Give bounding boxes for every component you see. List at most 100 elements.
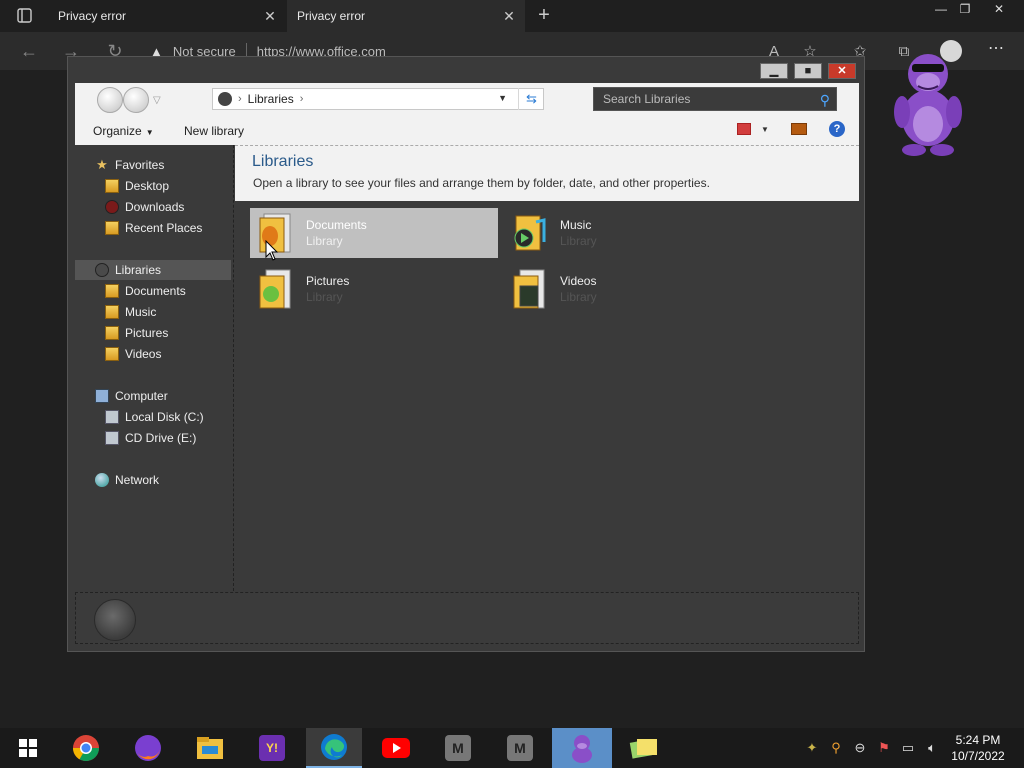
taskbar-youtube[interactable] [368,728,424,768]
nav-label: CD Drive (E:) [125,431,197,445]
tray-flag-icon[interactable]: ⚑ [876,740,892,756]
nav-computer[interactable]: Computer [95,386,168,406]
videos-library-icon [513,269,545,309]
breadcrumb[interactable]: › Libraries › ▼ [212,88,544,110]
nav-label: Local Disk (C:) [125,410,204,424]
search-icon[interactable]: ⚲ [820,92,830,109]
firefox-icon [135,735,161,761]
library-tile-music[interactable]: Music Library [504,208,752,258]
new-tab-icon[interactable]: + [532,4,556,28]
tab-title: Privacy error [58,9,127,23]
nav-desktop[interactable]: Desktop [105,176,169,196]
refresh-icon[interactable]: ⇆ [518,88,544,110]
back-icon[interactable]: ← [18,41,40,61]
taskbar-clock[interactable]: 5:24 PM 10/7/2022 [948,732,1008,764]
more-menu-icon[interactable]: ⋯ [986,40,1006,60]
tile-type: Library [306,290,343,304]
library-tile-documents[interactable]: Documents Library [250,208,498,258]
bonzi-icon [572,735,592,763]
explorer-maximize-button[interactable]: ■ [794,63,822,79]
taskbar-app-m-1[interactable]: M [430,728,486,768]
nav-cd-drive[interactable]: CD Drive (E:) [105,428,196,448]
explorer-close-button[interactable]: ✕ [828,63,856,79]
close-window-icon[interactable]: ✕ [984,0,1014,20]
taskbar-app-m-2[interactable]: M [492,728,548,768]
explorer-minimize-button[interactable]: ▁ [760,63,788,79]
tray-minus-icon[interactable]: ⊖ [852,740,868,756]
tab-actions-icon[interactable] [8,6,40,26]
cd-drive-icon [105,431,119,445]
chevron-right-icon[interactable]: › [238,93,242,105]
close-tab-icon[interactable]: ✕ [501,8,517,24]
yahoo-icon: Y! [259,735,285,761]
tile-type: Library [560,234,597,248]
nav-documents[interactable]: Documents [105,281,186,301]
new-library-button[interactable]: New library [184,124,244,138]
nav-label: Documents [125,284,186,298]
nav-label: Pictures [125,326,169,340]
nav-favorites[interactable]: ★ Favorites [95,155,164,175]
forward-button[interactable] [123,87,149,113]
downloads-icon [105,200,119,214]
taskbar-bonzi[interactable] [552,728,612,768]
nav-pictures[interactable]: Pictures [105,323,168,343]
nav-label: Desktop [125,179,170,193]
windows-start-icon [19,739,37,757]
breadcrumb-item[interactable]: Libraries [248,92,294,106]
start-button[interactable] [0,728,56,768]
browser-tab-1[interactable]: Privacy error ✕ [48,0,286,32]
libraries-icon [218,92,232,106]
taskbar-chrome[interactable] [58,728,114,768]
explorer-titlebar[interactable]: ▁ ■ ✕ [68,57,864,83]
explorer-window: ▁ ■ ✕ ▽ › Libraries › ▼ ⇆ Search Librari… [67,56,865,652]
details-pane [75,592,859,644]
tile-name: Videos [560,274,597,288]
back-button[interactable] [97,87,123,113]
search-input[interactable]: Search Libraries ⚲ [593,87,837,111]
close-tab-icon[interactable]: ✕ [262,8,278,24]
recent-pages-icon[interactable]: ▽ [153,95,161,106]
taskbar-firefox[interactable] [120,728,176,768]
star-icon: ★ [96,157,108,172]
nav-label: Downloads [125,200,185,214]
nav-downloads[interactable]: Downloads [105,197,184,217]
nav-videos[interactable]: Videos [105,344,161,364]
preview-pane-icon[interactable] [791,123,807,135]
page-subtitle: Open a library to see your files and arr… [253,176,710,190]
taskbar-notes[interactable] [616,728,672,768]
bonzi-buddy-icon[interactable] [888,46,968,158]
restore-icon[interactable]: ❐ [950,0,980,20]
notes-icon [629,739,657,759]
chevron-down-icon: ▼ [145,128,154,137]
nav-recent-places[interactable]: Recent Places [105,218,202,238]
library-tile-videos[interactable]: Videos Library [504,264,752,314]
nav-label: Recent Places [125,221,203,235]
nav-network[interactable]: Network [95,470,159,490]
taskbar-file-explorer[interactable] [182,728,238,768]
change-view-icon[interactable] [737,123,751,135]
edge-icon [321,734,347,760]
browser-tab-2[interactable]: Privacy error ✕ [287,0,525,32]
disk-icon [105,410,119,424]
tray-volume-icon[interactable]: 🔈︎ [924,740,940,756]
help-icon[interactable]: ? [829,121,845,137]
organize-button[interactable]: Organize ▼ [93,124,154,138]
libraries-icon [95,263,109,277]
music-icon [105,305,119,319]
nav-local-disk[interactable]: Local Disk (C:) [105,407,204,427]
chevron-down-icon[interactable]: ▼ [498,93,507,103]
tray-network-icon[interactable]: ▭ [900,740,916,756]
chevron-down-icon[interactable]: ▼ [761,125,769,134]
library-tile-pictures[interactable]: Pictures Library [250,264,498,314]
nav-music[interactable]: Music [105,302,156,322]
taskbar-yahoo[interactable]: Y! [244,728,300,768]
taskbar-edge[interactable] [306,728,362,768]
search-placeholder: Search Libraries [603,92,691,106]
tray-app-icon[interactable]: ✦ [804,740,820,756]
tile-type: Library [560,290,597,304]
nav-libraries[interactable]: Libraries [75,260,231,280]
tab-title: Privacy error [297,9,366,23]
pictures-icon [105,326,119,340]
tray-search-icon[interactable]: ⚲ [828,740,844,756]
chevron-right-icon[interactable]: › [300,93,304,105]
